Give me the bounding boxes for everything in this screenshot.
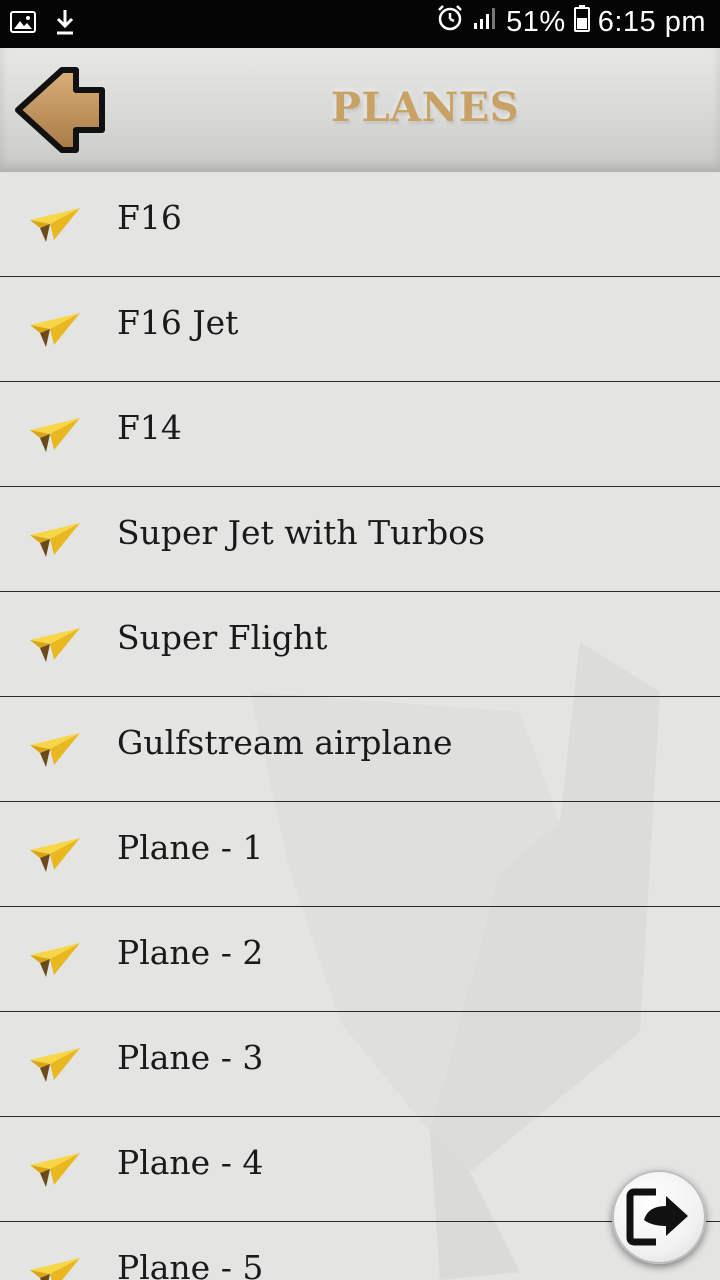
list-item[interactable]: Plane - 1 <box>0 802 720 907</box>
status-right-group: 51% 6:15 pm <box>436 4 706 40</box>
list-item-label: Super Jet with Turbos <box>117 513 486 552</box>
paper-plane-icon <box>30 1258 80 1280</box>
list-item[interactable]: Plane - 3 <box>0 1012 720 1117</box>
planes-list: F16 F16 Jet F14 Super Jet with Turbos Su… <box>0 172 720 1280</box>
list-item[interactable]: Gulfstream airplane <box>0 697 720 802</box>
list-item[interactable]: Super Jet with Turbos <box>0 487 720 592</box>
paper-plane-icon <box>30 1153 80 1187</box>
paper-plane-icon <box>30 628 80 662</box>
back-arrow-icon <box>15 67 105 153</box>
list-item-label: F14 <box>117 408 182 447</box>
list-item-label: Plane - 2 <box>117 933 264 972</box>
list-item-label: F16 Jet <box>117 303 239 342</box>
paper-plane-icon <box>30 1048 80 1082</box>
back-button[interactable] <box>14 64 110 156</box>
list-item[interactable]: Plane - 4 <box>0 1117 720 1222</box>
exit-icon <box>626 1188 688 1246</box>
clock: 6:15 pm <box>597 5 706 38</box>
alarm-icon <box>436 4 464 40</box>
list-item-label: Gulfstream airplane <box>117 723 453 762</box>
download-icon <box>54 8 76 41</box>
paper-plane-icon <box>30 208 80 242</box>
paper-plane-icon <box>30 838 80 872</box>
list-item[interactable]: F16 <box>0 172 720 277</box>
status-bar: 51% 6:15 pm <box>0 0 720 48</box>
list-item-label: Super Flight <box>117 618 328 657</box>
list-item-label: Plane - 5 <box>117 1248 264 1280</box>
list-item-label: Plane - 4 <box>117 1143 264 1182</box>
list-item[interactable]: F16 Jet <box>0 277 720 382</box>
paper-plane-icon <box>30 943 80 977</box>
signal-icon <box>472 5 498 39</box>
paper-plane-icon <box>30 418 80 452</box>
page-title: PLANES <box>330 84 520 131</box>
app-header: PLANES <box>0 48 720 172</box>
exit-button[interactable] <box>612 1170 706 1264</box>
paper-plane-icon <box>30 523 80 557</box>
paper-plane-icon <box>30 733 80 767</box>
image-icon <box>10 10 36 39</box>
list-item[interactable]: F14 <box>0 382 720 487</box>
paper-plane-icon <box>30 313 80 347</box>
battery-percent: 51% <box>506 5 566 38</box>
list-item-label: Plane - 1 <box>117 828 264 867</box>
list-item-label: Plane - 3 <box>117 1038 264 1077</box>
list-item[interactable]: Super Flight <box>0 592 720 697</box>
battery-icon <box>573 4 590 40</box>
list-item[interactable]: Plane - 2 <box>0 907 720 1012</box>
status-left-icons <box>10 8 76 41</box>
list-item[interactable]: Plane - 5 <box>0 1222 720 1280</box>
list-item-label: F16 <box>117 198 182 237</box>
